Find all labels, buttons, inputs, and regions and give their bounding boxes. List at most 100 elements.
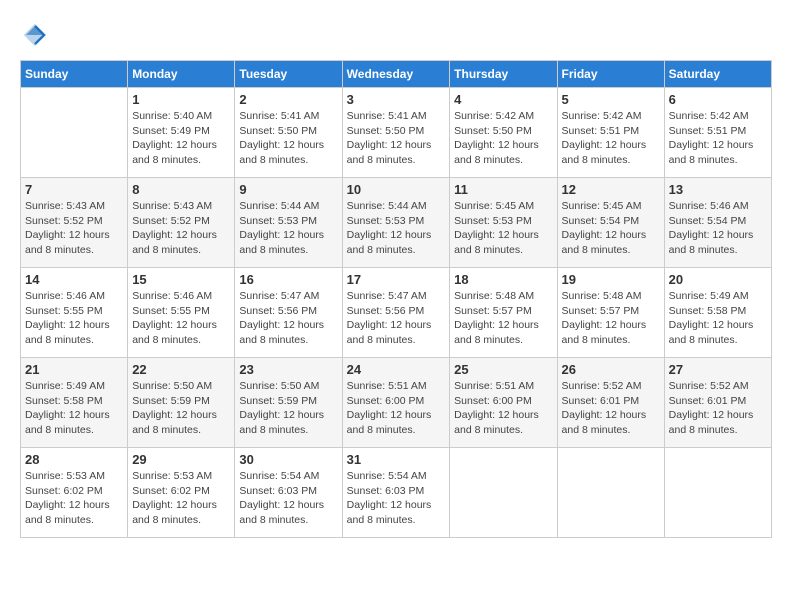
calendar-cell: 6 Sunrise: 5:42 AM Sunset: 5:51 PM Daylig…	[664, 88, 771, 178]
calendar-cell: 19 Sunrise: 5:48 AM Sunset: 5:57 PM Dayli…	[557, 268, 664, 358]
day-number: 8	[132, 182, 230, 197]
calendar-cell: 27 Sunrise: 5:52 AM Sunset: 6:01 PM Dayli…	[664, 358, 771, 448]
calendar-cell: 2 Sunrise: 5:41 AM Sunset: 5:50 PM Daylig…	[235, 88, 342, 178]
calendar-cell: 7 Sunrise: 5:43 AM Sunset: 5:52 PM Daylig…	[21, 178, 128, 268]
calendar-cell: 8Sunrise: 5:43 AM Sunset: 5:52 PM Daylig…	[128, 178, 235, 268]
day-info: Sunrise: 5:45 AM Sunset: 5:54 PM Dayligh…	[562, 199, 660, 258]
day-of-week-tuesday: Tuesday	[235, 61, 342, 88]
calendar-week-1: 1 Sunrise: 5:40 AM Sunset: 5:49 PM Daylig…	[21, 88, 772, 178]
day-info: Sunrise: 5:40 AM Sunset: 5:49 PM Dayligh…	[132, 109, 230, 168]
logo	[20, 20, 54, 50]
calendar-table: SundayMondayTuesdayWednesdayThursdayFrid…	[20, 60, 772, 538]
day-info: Sunrise: 5:53 AM Sunset: 6:02 PM Dayligh…	[25, 469, 123, 528]
day-number: 3	[347, 92, 446, 107]
day-number: 15	[132, 272, 230, 287]
day-number: 11	[454, 182, 552, 197]
day-info: Sunrise: 5:48 AM Sunset: 5:57 PM Dayligh…	[562, 289, 660, 348]
calendar-cell: 11 Sunrise: 5:45 AM Sunset: 5:53 PM Dayli…	[450, 178, 557, 268]
day-info: Sunrise: 5:49 AM Sunset: 5:58 PM Dayligh…	[25, 379, 123, 438]
day-number: 24	[347, 362, 446, 377]
day-info: Sunrise: 5:54 AM Sunset: 6:03 PM Dayligh…	[347, 469, 446, 528]
page-header	[20, 20, 772, 50]
calendar-cell: 29Sunrise: 5:53 AM Sunset: 6:02 PM Dayli…	[128, 448, 235, 538]
day-number: 6	[669, 92, 767, 107]
day-of-week-friday: Friday	[557, 61, 664, 88]
calendar-cell: 31Sunrise: 5:54 AM Sunset: 6:03 PM Dayli…	[342, 448, 450, 538]
calendar-cell: 15 Sunrise: 5:46 AM Sunset: 5:55 PM Dayli…	[128, 268, 235, 358]
day-of-week-monday: Monday	[128, 61, 235, 88]
day-number: 2	[239, 92, 337, 107]
calendar-cell: 20Sunrise: 5:49 AM Sunset: 5:58 PM Dayli…	[664, 268, 771, 358]
day-number: 22	[132, 362, 230, 377]
day-number: 27	[669, 362, 767, 377]
calendar-cell: 14 Sunrise: 5:46 AM Sunset: 5:55 PM Dayli…	[21, 268, 128, 358]
calendar-week-5: 28 Sunrise: 5:53 AM Sunset: 6:02 PM Dayli…	[21, 448, 772, 538]
day-info: Sunrise: 5:43 AM Sunset: 5:52 PM Dayligh…	[25, 199, 123, 258]
day-number: 5	[562, 92, 660, 107]
calendar-week-2: 7 Sunrise: 5:43 AM Sunset: 5:52 PM Daylig…	[21, 178, 772, 268]
day-number: 29	[132, 452, 230, 467]
day-info: Sunrise: 5:42 AM Sunset: 5:50 PM Dayligh…	[454, 109, 552, 168]
calendar-cell: 18 Sunrise: 5:48 AM Sunset: 5:57 PM Dayli…	[450, 268, 557, 358]
day-number: 14	[25, 272, 123, 287]
day-of-week-saturday: Saturday	[664, 61, 771, 88]
calendar-cell: 26Sunrise: 5:52 AM Sunset: 6:01 PM Dayli…	[557, 358, 664, 448]
day-number: 30	[239, 452, 337, 467]
calendar-cell	[21, 88, 128, 178]
day-info: Sunrise: 5:47 AM Sunset: 5:56 PM Dayligh…	[239, 289, 337, 348]
day-number: 23	[239, 362, 337, 377]
calendar-header-row: SundayMondayTuesdayWednesdayThursdayFrid…	[21, 61, 772, 88]
calendar-cell: 30 Sunrise: 5:54 AM Sunset: 6:03 PM Dayli…	[235, 448, 342, 538]
day-number: 1	[132, 92, 230, 107]
calendar-week-4: 21Sunrise: 5:49 AM Sunset: 5:58 PM Dayli…	[21, 358, 772, 448]
calendar-cell	[557, 448, 664, 538]
day-info: Sunrise: 5:50 AM Sunset: 5:59 PM Dayligh…	[239, 379, 337, 438]
day-info: Sunrise: 5:42 AM Sunset: 5:51 PM Dayligh…	[562, 109, 660, 168]
day-info: Sunrise: 5:54 AM Sunset: 6:03 PM Dayligh…	[239, 469, 337, 528]
logo-icon	[20, 20, 50, 50]
day-info: Sunrise: 5:44 AM Sunset: 5:53 PM Dayligh…	[347, 199, 446, 258]
calendar-cell: 4 Sunrise: 5:42 AM Sunset: 5:50 PM Daylig…	[450, 88, 557, 178]
calendar-cell: 12 Sunrise: 5:45 AM Sunset: 5:54 PM Dayli…	[557, 178, 664, 268]
day-of-week-sunday: Sunday	[21, 61, 128, 88]
calendar-cell: 9 Sunrise: 5:44 AM Sunset: 5:53 PM Daylig…	[235, 178, 342, 268]
calendar-week-3: 14 Sunrise: 5:46 AM Sunset: 5:55 PM Dayli…	[21, 268, 772, 358]
calendar-cell: 17 Sunrise: 5:47 AM Sunset: 5:56 PM Dayli…	[342, 268, 450, 358]
calendar-cell: 10 Sunrise: 5:44 AM Sunset: 5:53 PM Dayli…	[342, 178, 450, 268]
day-info: Sunrise: 5:41 AM Sunset: 5:50 PM Dayligh…	[239, 109, 337, 168]
day-number: 16	[239, 272, 337, 287]
day-number: 9	[239, 182, 337, 197]
day-info: Sunrise: 5:44 AM Sunset: 5:53 PM Dayligh…	[239, 199, 337, 258]
calendar-cell: 5 Sunrise: 5:42 AM Sunset: 5:51 PM Daylig…	[557, 88, 664, 178]
day-number: 17	[347, 272, 446, 287]
day-info: Sunrise: 5:51 AM Sunset: 6:00 PM Dayligh…	[454, 379, 552, 438]
day-info: Sunrise: 5:52 AM Sunset: 6:01 PM Dayligh…	[669, 379, 767, 438]
day-info: Sunrise: 5:41 AM Sunset: 5:50 PM Dayligh…	[347, 109, 446, 168]
calendar-cell	[664, 448, 771, 538]
calendar-cell	[450, 448, 557, 538]
day-number: 7	[25, 182, 123, 197]
calendar-cell: 23 Sunrise: 5:50 AM Sunset: 5:59 PM Dayli…	[235, 358, 342, 448]
day-info: Sunrise: 5:47 AM Sunset: 5:56 PM Dayligh…	[347, 289, 446, 348]
day-info: Sunrise: 5:48 AM Sunset: 5:57 PM Dayligh…	[454, 289, 552, 348]
day-info: Sunrise: 5:52 AM Sunset: 6:01 PM Dayligh…	[562, 379, 660, 438]
day-info: Sunrise: 5:42 AM Sunset: 5:51 PM Dayligh…	[669, 109, 767, 168]
day-info: Sunrise: 5:46 AM Sunset: 5:55 PM Dayligh…	[132, 289, 230, 348]
day-number: 10	[347, 182, 446, 197]
calendar-cell: 1 Sunrise: 5:40 AM Sunset: 5:49 PM Daylig…	[128, 88, 235, 178]
calendar-cell: 28 Sunrise: 5:53 AM Sunset: 6:02 PM Dayli…	[21, 448, 128, 538]
day-of-week-thursday: Thursday	[450, 61, 557, 88]
day-number: 28	[25, 452, 123, 467]
calendar-cell: 3 Sunrise: 5:41 AM Sunset: 5:50 PM Daylig…	[342, 88, 450, 178]
day-info: Sunrise: 5:49 AM Sunset: 5:58 PM Dayligh…	[669, 289, 767, 348]
day-info: Sunrise: 5:46 AM Sunset: 5:54 PM Dayligh…	[669, 199, 767, 258]
day-info: Sunrise: 5:46 AM Sunset: 5:55 PM Dayligh…	[25, 289, 123, 348]
day-number: 12	[562, 182, 660, 197]
day-number: 4	[454, 92, 552, 107]
day-number: 18	[454, 272, 552, 287]
day-info: Sunrise: 5:45 AM Sunset: 5:53 PM Dayligh…	[454, 199, 552, 258]
day-number: 25	[454, 362, 552, 377]
day-info: Sunrise: 5:50 AM Sunset: 5:59 PM Dayligh…	[132, 379, 230, 438]
calendar-cell: 16 Sunrise: 5:47 AM Sunset: 5:56 PM Dayli…	[235, 268, 342, 358]
day-number: 19	[562, 272, 660, 287]
